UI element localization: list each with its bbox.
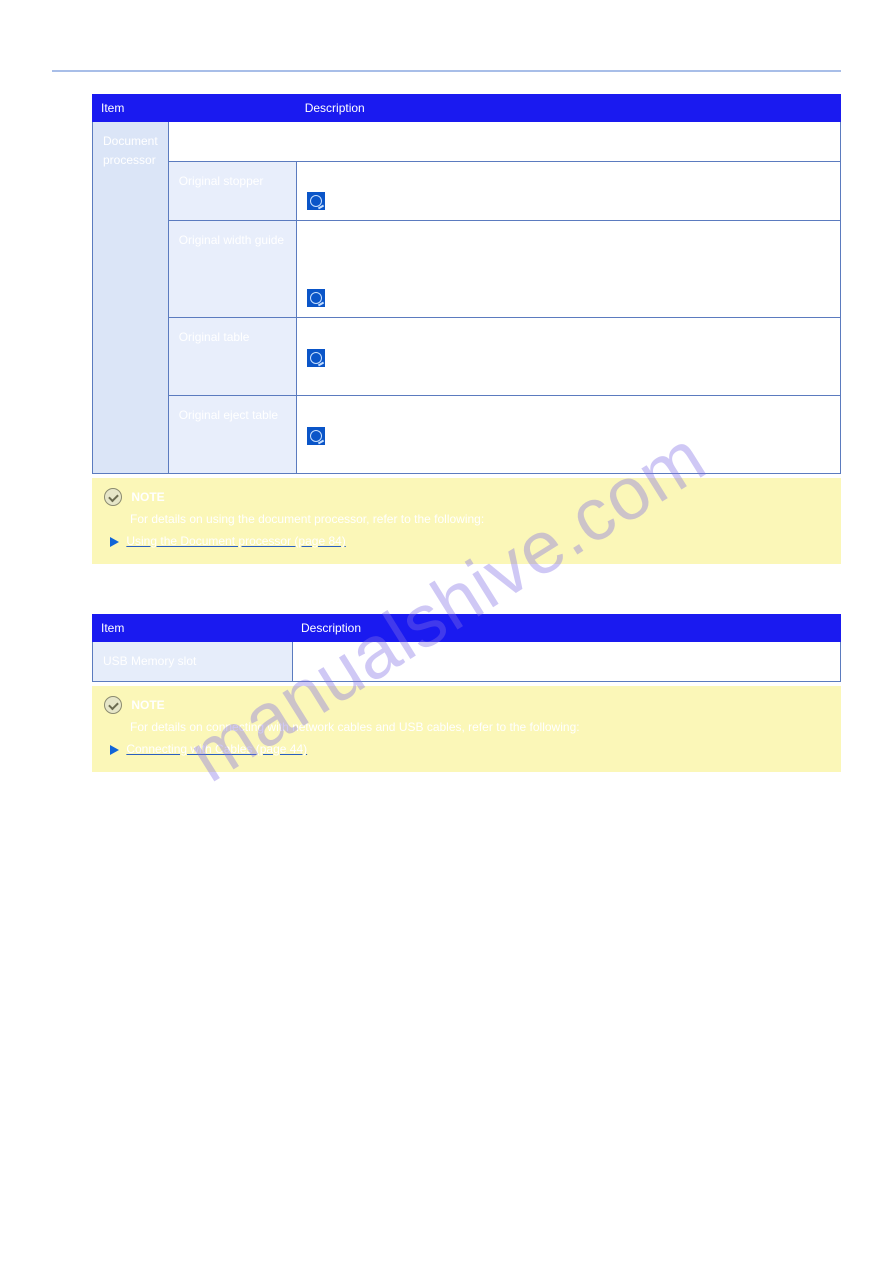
note-title: NOTE xyxy=(131,488,164,506)
table-row: Original table Place the sheet originals… xyxy=(93,317,841,395)
note-connection: NOTE For details on connecting with netw… xyxy=(92,686,841,772)
subsection-connection: Connection xyxy=(92,594,841,608)
desc-line: Using the Document processor (page 84) xyxy=(307,367,830,386)
category-cell: Document processor xyxy=(93,122,169,474)
table-row: Original eject table Originals scanned b… xyxy=(93,396,841,474)
sub-width-guide: Original width guide xyxy=(168,221,296,318)
desc-line: Adjust according to the original width w… xyxy=(307,231,830,250)
page-number: 50 xyxy=(52,802,841,816)
th-item-2: Item xyxy=(93,615,293,642)
note-body: For details on using the document proces… xyxy=(130,510,829,528)
sub-eject-table: Original eject table xyxy=(168,396,296,474)
desc-width-guide: Adjust according to the original width w… xyxy=(296,221,840,318)
arrow-icon xyxy=(110,537,119,547)
desc-link[interactable]: Loading Originals in the Document Proces… xyxy=(331,289,634,303)
note-document-processor: NOTE For details on using the document p… xyxy=(92,478,841,564)
desc-original-table: Place the sheet originals to be processe… xyxy=(296,317,840,395)
link-icon xyxy=(307,192,325,210)
th-item: Item xyxy=(93,95,297,122)
sub-original-stopper: Original stopper xyxy=(168,161,296,221)
th-desc-2: Description xyxy=(293,615,841,642)
arrow-icon xyxy=(110,745,119,755)
desc-line: Using the Document processor (page 84) xyxy=(307,445,830,464)
table-row: USB Memory slot Mount the USB drive here… xyxy=(93,642,841,682)
link-icon xyxy=(307,289,325,307)
note-title-2: NOTE xyxy=(131,696,164,714)
desc-line: If the original width guides are not flu… xyxy=(307,250,830,269)
check-icon xyxy=(104,488,122,506)
desc-usb-slot: Mount the USB drive here. xyxy=(293,642,841,682)
header-right: Names of Parts > Machine Exterior: Front xyxy=(636,18,839,30)
link-icon xyxy=(307,427,325,445)
sub-original-table: Original table xyxy=(168,317,296,395)
desc-line: Place the sheet originals to be processe… xyxy=(307,328,830,347)
th-desc: Description xyxy=(296,95,840,122)
note-link-2[interactable]: Connecting with Cables (page 44) xyxy=(126,742,307,756)
desc-eject-table: Originals scanned by the document proces… xyxy=(296,396,840,474)
check-icon xyxy=(104,696,122,714)
parts-table: Item Description Document processor Auto… xyxy=(92,94,841,474)
header-left: Operating Instructions xyxy=(54,18,162,30)
desc-original-stopper: Point to align with the original size in… xyxy=(296,161,840,221)
category-desc: Automatically scans multi-page originals… xyxy=(168,122,840,162)
link-icon xyxy=(307,349,325,367)
table-row: Original stopper Point to align with the… xyxy=(93,161,841,221)
desc-link[interactable]: Loading Originals in the Document Proces… xyxy=(331,192,634,206)
desc-line: Originals scanned by the document proces… xyxy=(307,406,830,425)
desc-line: Any gap may cause the originals to not b… xyxy=(307,268,830,287)
note-link[interactable]: Using the Document processor (page 84) xyxy=(126,534,345,548)
desc-link[interactable]: Loading Originals in the Document Proces… xyxy=(331,427,634,441)
desc-link[interactable]: Loading Originals in the Document Proces… xyxy=(331,349,634,363)
sub-usb-slot: USB Memory slot xyxy=(93,642,293,682)
note-body-2: For details on connecting with network c… xyxy=(130,718,829,736)
table-row: Original width guide Adjust according to… xyxy=(93,221,841,318)
desc-line: Point to align with the original size in… xyxy=(307,172,830,191)
connection-table: Item Description USB Memory slot Mount t… xyxy=(92,614,841,682)
header-rule xyxy=(52,70,841,72)
